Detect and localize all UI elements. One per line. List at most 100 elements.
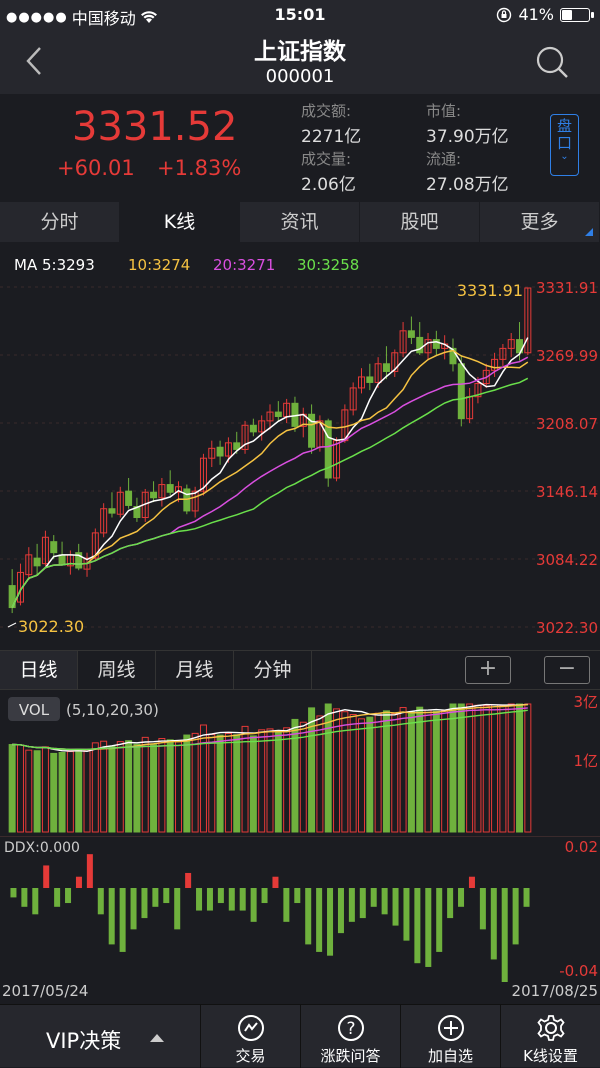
qa-button[interactable]: ? 涨跌问答 bbox=[300, 1005, 400, 1068]
market-cap-stat: 市值: 37.90万亿 bbox=[426, 100, 509, 147]
candle-body bbox=[249, 424, 257, 433]
candle-body bbox=[50, 541, 58, 554]
ddx-bar bbox=[468, 876, 475, 888]
kline-chart[interactable]: MA 5:3293 10:3274 20:3271 30:3258 3331.91 326… bbox=[0, 242, 600, 650]
battery-icon bbox=[560, 7, 594, 22]
low-marker-line bbox=[7, 622, 17, 628]
gear-icon bbox=[536, 1015, 565, 1041]
search-icon[interactable] bbox=[534, 44, 570, 80]
volume-bar bbox=[466, 703, 474, 833]
ddx-bar bbox=[206, 888, 213, 911]
ddx-bar bbox=[403, 888, 410, 941]
ddx-bar bbox=[228, 888, 235, 911]
ddx-bar bbox=[458, 888, 465, 907]
market-cap-label: 市值: bbox=[426, 102, 462, 120]
stock-code: 000001 bbox=[265, 66, 335, 87]
volume-bar bbox=[499, 705, 507, 833]
caret-up-icon bbox=[150, 1034, 164, 1042]
bottom-toolbar: VIP决策 交易 ? 涨跌问答 加自选 K线设置 bbox=[0, 1004, 600, 1068]
kline-settings-button[interactable]: K线设置 bbox=[500, 1005, 600, 1068]
add-watchlist-button[interactable]: 加自选 bbox=[400, 1005, 500, 1068]
market-cap-value: 37.90万亿 bbox=[426, 127, 509, 147]
volume-bar bbox=[507, 703, 515, 833]
candle-body bbox=[150, 491, 158, 499]
volume-bar bbox=[349, 714, 357, 833]
vip-decision-button[interactable]: VIP决策 bbox=[0, 1005, 200, 1068]
volume-bar bbox=[150, 744, 158, 833]
volume-bar bbox=[374, 712, 382, 833]
float-value: 27.08万亿 bbox=[426, 175, 509, 195]
ddx-bar bbox=[86, 854, 93, 888]
volume-bar bbox=[191, 732, 199, 833]
volume-bar bbox=[183, 734, 191, 833]
rotation-lock-icon bbox=[497, 7, 512, 22]
candle-body bbox=[58, 554, 66, 565]
price-axis-label: 3269.99 bbox=[536, 347, 598, 365]
volume-bar bbox=[208, 734, 216, 833]
volume-bar bbox=[233, 734, 241, 833]
ddx-bar bbox=[163, 888, 170, 904]
volume-bar bbox=[382, 710, 390, 833]
turnover-value: 2271亿 bbox=[301, 127, 362, 147]
volume-bar bbox=[491, 704, 499, 833]
tab-4[interactable]: 更多 bbox=[480, 202, 600, 242]
battery-percent: 41% bbox=[518, 5, 554, 24]
volume-bar bbox=[224, 732, 232, 833]
volume-chart[interactable]: VOL (5,10,20,30) 3亿 1亿 bbox=[0, 690, 600, 836]
ddx-bar bbox=[196, 888, 203, 911]
volume-bar bbox=[266, 728, 274, 833]
volume-bar bbox=[432, 710, 440, 833]
tab-3[interactable]: 股吧 bbox=[360, 202, 480, 242]
ddx-bar bbox=[119, 888, 126, 952]
pankou-button[interactable]: 盘口 ⌄ bbox=[550, 114, 579, 176]
turnover-stat: 成交额: 2271亿 bbox=[301, 100, 361, 147]
zoom-out-button[interactable]: − bbox=[544, 656, 590, 684]
vip-label: VIP决策 bbox=[46, 1029, 122, 1053]
volume-bar bbox=[16, 744, 24, 833]
date-end: 2017/08/25 bbox=[511, 982, 598, 1000]
ddx-bar bbox=[447, 888, 454, 919]
ma-line-20 bbox=[11, 356, 529, 608]
period-week[interactable]: 周线 bbox=[78, 651, 156, 689]
date-axis: 2017/05/24 2017/08/25 bbox=[0, 980, 600, 1004]
tab-bar: 分时 K线 资讯 股吧 更多 bbox=[0, 202, 600, 242]
ddx-bar bbox=[239, 888, 246, 911]
volume-bar bbox=[357, 718, 365, 833]
ma-legend-2: 20:3271 bbox=[213, 256, 275, 274]
vol-axis-mid: 1亿 bbox=[573, 752, 598, 770]
volume-bar bbox=[75, 748, 83, 833]
candle-body bbox=[407, 330, 415, 338]
period-month[interactable]: 月线 bbox=[156, 651, 234, 689]
volume-stat: 成交量: 2.06亿 bbox=[301, 148, 356, 195]
volume-bar bbox=[441, 709, 449, 833]
ddx-bar bbox=[261, 888, 268, 904]
zoom-in-button[interactable]: + bbox=[465, 656, 511, 684]
tab-2[interactable]: 资讯 bbox=[240, 202, 360, 242]
date-start: 2017/05/24 bbox=[2, 982, 89, 1000]
ddx-bar bbox=[217, 888, 224, 904]
add-icon bbox=[437, 1015, 464, 1041]
price-axis-label: 3208.07 bbox=[536, 415, 598, 433]
candle-body bbox=[366, 376, 374, 383]
volume-bar bbox=[25, 749, 33, 833]
period-day[interactable]: 日线 bbox=[0, 651, 78, 689]
volume-bar bbox=[249, 735, 257, 833]
ddx-bar bbox=[54, 888, 61, 907]
tab-0[interactable]: 分时 bbox=[0, 202, 120, 242]
trade-icon bbox=[237, 1015, 264, 1041]
ddx-bar bbox=[130, 888, 137, 930]
volume-bar bbox=[41, 746, 49, 833]
trade-button[interactable]: 交易 bbox=[200, 1005, 300, 1068]
period-minute[interactable]: 分钟 bbox=[234, 651, 312, 689]
volume-bar bbox=[91, 742, 99, 833]
volume-bar bbox=[407, 711, 415, 833]
tab-1[interactable]: K线 bbox=[120, 202, 240, 242]
ddx-bar bbox=[152, 888, 159, 907]
ddx-bar bbox=[479, 888, 486, 930]
price-axis-label: 3331.91 bbox=[536, 279, 598, 297]
ddx-bar bbox=[97, 888, 104, 915]
pankou-label: 盘口 bbox=[556, 117, 572, 152]
volume-bar bbox=[116, 741, 124, 833]
ddx-chart[interactable]: DDX:0.000 0.02 -0.04 bbox=[0, 836, 600, 1004]
volume-bar bbox=[141, 736, 149, 833]
